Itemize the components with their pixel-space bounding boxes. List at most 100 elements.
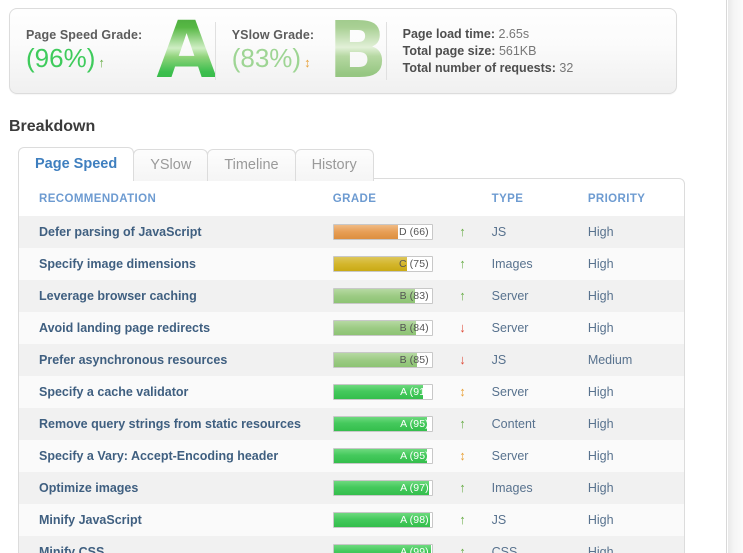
arrow-up-down-icon: ↕	[459, 448, 466, 463]
grade-bar-label: B (83)	[399, 290, 429, 302]
recommendation-label: Leverage browser caching	[39, 289, 197, 303]
arrow-down-icon: ↓	[459, 320, 466, 335]
grade-bar-label: A (99)	[400, 546, 429, 553]
breakdown-heading: Breakdown	[9, 118, 96, 135]
type-label: Server	[491, 449, 529, 463]
table-row[interactable]: Avoid landing page redirects B (84) ↓ Serve…	[19, 312, 684, 344]
stat-value: 32	[559, 61, 574, 75]
yslow-grade-label: YSlow Grade:	[231, 28, 315, 43]
stat-total-page-size: Total page size: 561KB	[403, 44, 574, 58]
tab-page-speed[interactable]: Page Speed	[18, 147, 135, 182]
type-label: Server	[491, 321, 529, 335]
cell-priority: High	[587, 280, 684, 312]
grade-bar: B (84)	[332, 320, 433, 336]
grade-bar-label: A (95)	[400, 450, 429, 462]
arrow-up-icon: ↑	[459, 544, 466, 553]
tab-timeline[interactable]: Timeline	[207, 149, 296, 182]
stat-key: Total number of requests:	[402, 61, 556, 75]
grade-bar: A (95)	[332, 448, 433, 464]
col-recommendation[interactable]: RECOMMENDATION	[19, 179, 333, 216]
col-type[interactable]: TYPE	[492, 179, 588, 216]
col-trend	[459, 179, 491, 216]
table-row[interactable]: Remove query strings from static resourc…	[19, 408, 684, 440]
col-grade[interactable]: GRADE	[333, 179, 460, 216]
grade-bar: A (91)	[332, 384, 433, 400]
recommendation-label: Avoid landing page redirects	[39, 321, 211, 335]
priority-label: High	[587, 481, 614, 495]
table-row[interactable]: Specify a cache validator A (91) ↕ Server Hi…	[19, 376, 684, 408]
table-row[interactable]: Defer parsing of JavaScript D (66) ↑ JS High	[19, 216, 684, 248]
arrow-up-down-icon: ↕	[304, 54, 311, 70]
grade-bar: B (83)	[332, 288, 433, 304]
cell-recommendation: Specify a cache validator	[19, 376, 333, 408]
table-row[interactable]: Specify image dimensions C (75) ↑ Images Hig…	[19, 248, 684, 280]
recommendation-label: Minify CSS	[39, 545, 105, 553]
pagespeed-grade-label: Page Speed Grade:	[26, 28, 143, 43]
priority-label: High	[587, 417, 614, 431]
grade-bar-label: B (84)	[399, 322, 429, 334]
cell-priority: High	[587, 440, 684, 472]
cell-priority: High	[587, 376, 684, 408]
grade-bar-label: B (85)	[399, 354, 429, 366]
recommendation-label: Remove query strings from static resourc…	[39, 417, 301, 431]
priority-label: High	[587, 225, 614, 239]
col-priority[interactable]: PRIORITY	[588, 179, 684, 216]
table-row[interactable]: Optimize images A (97) ↑ Images High	[19, 472, 684, 504]
table-row[interactable]: Leverage browser caching B (83) ↑ Server Hig…	[19, 280, 684, 312]
cell-grade: D (66)	[332, 216, 460, 248]
cell-recommendation: Optimize images	[19, 472, 333, 504]
cell-type: Server	[491, 280, 588, 312]
stat-key: Total page size:	[402, 44, 496, 58]
table-row[interactable]: Minify JavaScript A (98) ↑ JS High	[19, 504, 684, 536]
breakdown-tabs: Page Speed YSlow Timeline History	[18, 147, 374, 182]
cell-trend: ↑	[459, 472, 492, 504]
priority-label: Medium	[587, 353, 633, 367]
type-label: Server	[491, 385, 529, 399]
recommendation-label: Specify a cache validator	[39, 385, 189, 399]
cell-grade: A (95)	[332, 408, 460, 440]
priority-label: High	[587, 385, 614, 399]
tab-yslow[interactable]: YSlow	[133, 149, 209, 182]
cell-type: CSS	[491, 536, 588, 553]
arrow-up-icon: ↑	[459, 512, 466, 527]
cell-type: Server	[491, 312, 588, 344]
grade-bar-fill	[333, 225, 399, 239]
recommendations-table: RECOMMENDATION GRADE TYPE PRIORITY Defer…	[19, 179, 684, 553]
table-row[interactable]: Specify a Vary: Accept-Encoding header A …	[19, 440, 684, 472]
arrow-up-down-icon: ↕	[459, 384, 466, 399]
cell-priority: High	[587, 536, 684, 553]
cell-recommendation: Remove query strings from static resourc…	[19, 408, 333, 440]
grade-bar-label: A (98)	[400, 514, 429, 526]
cell-priority: High	[587, 312, 684, 344]
grade-bar-label: A (91)	[400, 386, 429, 398]
table-body: Defer parsing of JavaScript D (66) ↑ JS High…	[19, 216, 684, 553]
pagespeed-grade-text: Page Speed Grade: (96%) ↑	[26, 28, 142, 73]
yslow-letter-grade: B	[328, 5, 387, 96]
recommendation-label: Defer parsing of JavaScript	[39, 225, 202, 239]
arrow-up-icon: ↑	[459, 288, 466, 303]
arrow-up-icon: ↑	[459, 480, 466, 495]
cell-trend: ↑	[459, 280, 492, 312]
priority-label: High	[587, 513, 614, 527]
cell-trend: ↑	[459, 536, 492, 553]
yslow-percent: (83%)	[231, 42, 302, 73]
cell-priority: High	[587, 216, 684, 248]
pagespeed-letter-grade: A	[156, 5, 216, 96]
yslow-grade-text: YSlow Grade: (83%) ↕	[232, 28, 314, 73]
cell-recommendation: Specify a Vary: Accept-Encoding header	[19, 440, 333, 472]
cell-grade: C (75)	[332, 248, 460, 280]
type-label: JS	[491, 225, 507, 239]
cell-type: Images	[491, 472, 588, 504]
cell-type: Server	[491, 440, 588, 472]
cell-trend: ↑	[459, 248, 492, 280]
cell-grade: B (85)	[332, 344, 460, 376]
tab-history[interactable]: History	[294, 149, 374, 182]
priority-label: High	[587, 449, 614, 463]
stat-key: Page load time:	[402, 27, 496, 41]
grade-bar: A (97)	[332, 480, 433, 496]
arrow-up-icon: ↑	[459, 416, 466, 431]
grade-bar-label: D (66)	[398, 226, 429, 238]
table-row[interactable]: Minify CSS A (99) ↑ CSS High	[19, 536, 684, 553]
type-label: Content	[491, 417, 536, 431]
table-row[interactable]: Prefer asynchronous resources B (85) ↓ JS Me…	[19, 344, 684, 376]
